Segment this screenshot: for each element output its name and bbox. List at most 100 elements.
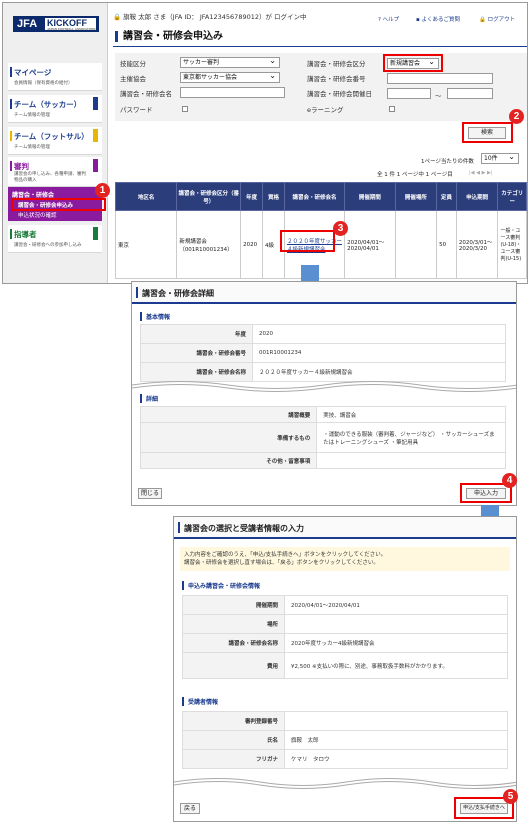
- faq-link[interactable]: ▪ よくあるご質問: [416, 15, 460, 23]
- row-value: 2020年度サッカー4級新規講習会: [284, 633, 508, 653]
- course-info-table: 開催期間 2020/04/01～2020/04/01 場所 講習会・研修会名称 20…: [182, 595, 508, 679]
- table-row: 審判登録番号: [182, 711, 508, 731]
- cell-district: 東京: [114, 210, 178, 279]
- skill-select[interactable]: サッカー審判: [180, 56, 280, 68]
- sidebar-subitem-status[interactable]: 申込状況の確認: [18, 211, 57, 219]
- label-password: パスワード: [120, 106, 153, 114]
- label-date: 講習会・研修会開催日: [307, 90, 372, 98]
- sidebar-item-coach[interactable]: 指導者 講習会・研修会への参加申し込み: [8, 225, 102, 253]
- section-course-info: 申込み講習会・研修会情報: [182, 581, 260, 590]
- sidebar-item-team-soccer[interactable]: チーム（サッカー） チーム情報の管理: [8, 95, 102, 123]
- table-row: 場所: [182, 614, 508, 634]
- entry-title: 講習会の選択と受講者情報の入力: [174, 517, 516, 539]
- prev-page-icon[interactable]: ◀: [476, 170, 480, 176]
- row-label: 講習会・研修会名称: [182, 633, 285, 653]
- cut-wave-2: [174, 778, 516, 789]
- row-value: 2020/04/01～2020/04/01: [284, 595, 508, 615]
- col-year: 年度: [240, 182, 264, 211]
- step-badge-4: 4: [502, 473, 517, 488]
- row-value: 2020: [252, 324, 506, 344]
- col-period: 開催期間: [344, 182, 396, 211]
- sidebar-item-referee[interactable]: 審判 講習会の申し込み、各種申請、審判物品の購入: [8, 157, 102, 187]
- cell-year: 2020: [240, 210, 264, 279]
- pager: |◀ ◀ ▶ ▶|: [469, 170, 493, 176]
- login-status: 🔒 旗鞍 太郎 さま（JFA ID： JFA123456789012）が ログイ…: [113, 13, 307, 21]
- row-value: 旗鞍 太郎: [284, 730, 508, 750]
- row-label: 場所: [182, 614, 285, 634]
- row-label: 審判登録番号: [182, 711, 285, 731]
- row-value: [316, 452, 506, 469]
- label-course-no: 講習会・研修会番号: [307, 75, 366, 83]
- row-label: 費用: [182, 652, 285, 679]
- row-value: ・運動のできる服装（審判着、ジャージなど） ・サッカーシューズまたはトレーニング…: [316, 422, 506, 453]
- cell-period: 2020/04/01～ 2020/04/01: [344, 210, 396, 279]
- password-checkbox[interactable]: [182, 106, 188, 112]
- label-org: 主催協会: [120, 75, 146, 83]
- section-detail: 詳細: [140, 394, 158, 403]
- detail-table: 講習概要 実技、講習会 準備するもの ・運動のできる服装（審判着、ジャージなど） ・…: [139, 406, 506, 469]
- row-label: その他・留意事項: [139, 452, 318, 469]
- step-badge-3: 3: [333, 221, 348, 236]
- col-category: カテゴリー: [497, 182, 527, 211]
- course-name-input[interactable]: [180, 87, 285, 98]
- next-page-icon[interactable]: ▶: [482, 170, 486, 176]
- basic-info-table: 年度 2020 講習会・研修会番号 001R10001234 講習会・研修会名称 ２０…: [140, 324, 506, 382]
- sidebar: JFA KICKOFF JAPAN FOOTBALL ASSOCIATION マイペ…: [3, 3, 108, 283]
- highlight-box-2: [462, 122, 513, 143]
- table-row: 氏名 旗鞍 太郎: [182, 730, 508, 750]
- sidebar-item-mypage[interactable]: マイページ 会員情報（保有資格の給付）: [8, 63, 102, 91]
- highlight-box-1: [11, 198, 106, 211]
- participant-table: 審判登録番号 氏名 旗鞍 太郎 フリガナ ケマリ タロウ: [182, 711, 508, 769]
- perpage-select[interactable]: 10件: [481, 152, 519, 164]
- row-label: 年度: [140, 324, 253, 344]
- back-button[interactable]: 戻る: [180, 803, 200, 814]
- row-label: 講習概要: [139, 406, 318, 423]
- col-grade: 資格: [262, 182, 285, 211]
- detail-screen: 講習会・研修会詳細 基本情報 年度 2020 講習会・研修会番号 001R10001…: [131, 281, 517, 506]
- date-to-input[interactable]: [447, 88, 493, 99]
- cut-wave: [132, 381, 516, 392]
- row-value: [284, 711, 508, 731]
- section-participant: 受講者情報: [182, 697, 218, 706]
- row-value: 実技、講習会: [316, 406, 506, 423]
- label-elearning: eラーニング: [307, 106, 344, 114]
- cell-kind: 新規講習会（001R10001234）: [176, 210, 242, 279]
- lock-icon: 🔒: [113, 13, 122, 21]
- last-page-icon[interactable]: ▶|: [487, 170, 493, 176]
- cell-place: [394, 210, 438, 279]
- logout-link[interactable]: 🔒 ログアウト: [479, 15, 515, 23]
- chat-icon: ▪: [416, 17, 420, 23]
- lock-icon: 🔒: [479, 17, 486, 23]
- close-button[interactable]: 閉じる: [138, 488, 162, 499]
- org-select[interactable]: 東京都サッカー協会: [180, 71, 280, 83]
- first-page-icon[interactable]: |◀: [469, 170, 475, 176]
- course-no-input[interactable]: [387, 73, 493, 84]
- row-value: 001R10001234: [252, 343, 506, 363]
- label-skill: 技能区分: [120, 60, 146, 68]
- sidebar-item-team-futsal[interactable]: チーム（フットサル） チーム情報の管理: [8, 127, 102, 155]
- table-row: 準備するもの ・運動のできる服装（審判着、ジャージなど） ・サッカーシューズまたは…: [139, 422, 506, 453]
- col-place: 開催場所: [394, 182, 438, 211]
- date-from-input[interactable]: [387, 88, 431, 99]
- col-apply-period: 申込期間: [455, 182, 499, 211]
- help-link[interactable]: ? ヘルプ: [378, 15, 399, 23]
- page-title: 講習会・研修会申込み: [115, 31, 223, 42]
- table-row: 開催期間 2020/04/01～2020/04/01: [182, 595, 508, 615]
- table-row: 費用 ¥2,500 ※支払いの際に、別途、事務取扱手数料がかかります。: [182, 652, 508, 679]
- elearning-checkbox[interactable]: [389, 106, 395, 112]
- table-row: 講習会・研修会名称 2020年度サッカー4級新規講習会: [182, 633, 508, 653]
- row-value: [284, 614, 508, 634]
- entry-screen: 講習会の選択と受講者情報の入力 入力内容をご確認のうえ、「申込/支払手続きへ」ボ…: [173, 516, 517, 822]
- instruction-line-1: 入力内容をご確認のうえ、「申込/支払手続きへ」ボタンをクリックしてください。: [184, 552, 387, 558]
- table-row: その他・留意事項: [139, 452, 506, 469]
- cell-category: 一般・ユース審判(U-18)・ユース審判(U-15): [497, 210, 527, 279]
- jfa-logo[interactable]: JFA KICKOFF JAPAN FOOTBALL ASSOCIATION: [13, 16, 99, 32]
- cell-apply-period: 2020/3/01～ 2020/3/20: [455, 210, 499, 279]
- table-row: フリガナ ケマリ タロウ: [182, 749, 508, 769]
- date-range-tilde: ～: [435, 92, 442, 100]
- table-row: 講習概要 実技、講習会: [139, 406, 506, 423]
- row-value: ケマリ タロウ: [284, 749, 508, 769]
- instruction-note: 入力内容をご確認のうえ、「申込/支払手続きへ」ボタンをクリックしてください。 講…: [180, 547, 510, 571]
- page-info: 全 1 件 1 ページ中 1 ページ目: [377, 172, 453, 178]
- col-kind: 講習会・研修会区分（番号）: [176, 182, 242, 211]
